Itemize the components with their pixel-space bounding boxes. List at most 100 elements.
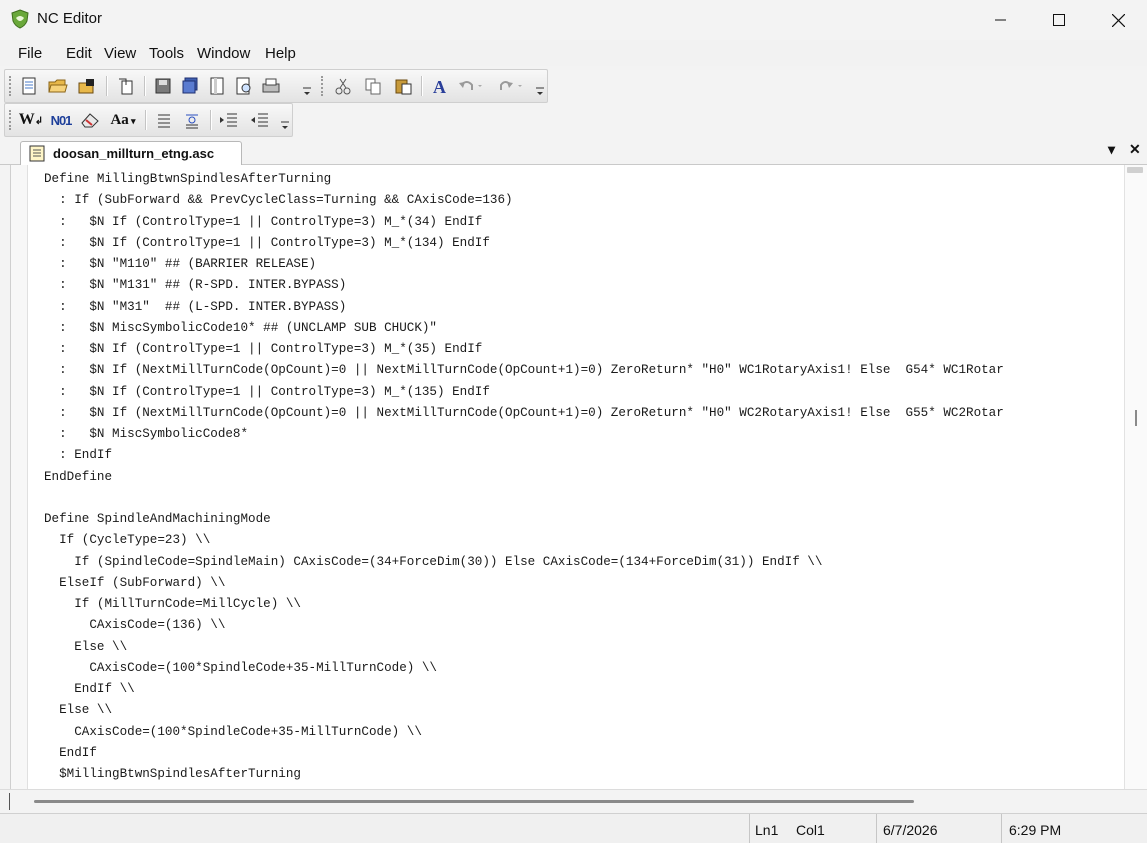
code-line[interactable]: If (CycleType=23) \\: [44, 530, 1004, 551]
outdent-button[interactable]: [249, 109, 271, 131]
undo-button[interactable]: [457, 75, 487, 97]
vertical-scroll-thumb[interactable]: [1135, 410, 1137, 426]
change-case-icon: Aa ▾: [110, 111, 136, 128]
window-title: NC Editor: [37, 10, 103, 27]
sequence-numbers-button[interactable]: N01: [47, 109, 75, 131]
status-column: Col1: [796, 822, 825, 838]
code-line[interactable]: EndDefine: [44, 467, 1004, 488]
code-line[interactable]: : $N "M31" ## (L-SPD. INTER.BYPASS): [44, 297, 1004, 318]
open-lock-icon: [78, 79, 94, 94]
code-line[interactable]: Else \\: [44, 700, 1004, 721]
open-locked-button[interactable]: [76, 75, 98, 97]
toolbar-separator: [106, 76, 108, 96]
open-button[interactable]: [47, 75, 69, 97]
code-line[interactable]: Define SpindleAndMachiningMode: [44, 509, 1004, 530]
code-line[interactable]: If (SpindleCode=SpindleMain) CAxisCode=(…: [44, 552, 1004, 573]
change-case-button[interactable]: Aa ▾: [106, 109, 140, 131]
code-line[interactable]: : $N MiscSymbolicCode8*: [44, 424, 1004, 445]
menu-view[interactable]: View: [104, 45, 136, 62]
toolbar-overflow-button[interactable]: [535, 84, 545, 100]
code-line[interactable]: : $N MiscSymbolicCode10* ## (UNCLAMP SUB…: [44, 318, 1004, 339]
menu-edit[interactable]: Edit: [66, 45, 92, 62]
maximize-icon: [1053, 14, 1065, 26]
align-button[interactable]: [153, 109, 175, 131]
font-icon: A: [433, 77, 446, 95]
code-line[interactable]: CAxisCode=(100*SpindleCode+35-MillTurnCo…: [44, 722, 1004, 743]
code-line[interactable]: [44, 488, 1004, 509]
code-line[interactable]: : $N "M131" ## (R-SPD. INTER.BYPASS): [44, 275, 1004, 296]
print-button[interactable]: [260, 75, 282, 97]
code-line[interactable]: : $N If (NextMillTurnCode(OpCount)=0 || …: [44, 360, 1004, 381]
menu-file[interactable]: File: [18, 45, 42, 62]
code-line[interactable]: If (MillTurnCode=MillCycle) \\: [44, 594, 1004, 615]
toolbar-separator: [210, 110, 212, 130]
toolbar-grip[interactable]: [9, 110, 14, 130]
code-editor[interactable]: Define MillingBtwnSpindlesAfterTurning :…: [10, 165, 1125, 789]
code-line[interactable]: : $N If (NextMillTurnCode(OpCount)=0 || …: [44, 403, 1004, 424]
save-button[interactable]: [152, 75, 174, 97]
code-line[interactable]: CAxisCode=(136) \\: [44, 615, 1004, 636]
standard-toolbar: A: [4, 69, 548, 103]
document-icon: [29, 145, 45, 162]
code-line[interactable]: : $N If (ControlType=1 || ControlType=3)…: [44, 233, 1004, 254]
code-line[interactable]: : $N If (ControlType=1 || ControlType=3)…: [44, 339, 1004, 360]
menu-bar: File Edit View Tools Window Help: [0, 40, 1147, 66]
print-icon: [262, 78, 280, 93]
menu-window[interactable]: Window: [197, 45, 250, 62]
tab-label: doosan_millturn_etng.asc: [53, 146, 215, 161]
save-all-icon: [182, 77, 198, 94]
new-file-icon: [22, 77, 36, 95]
print-preview-button[interactable]: [233, 75, 255, 97]
minimize-button[interactable]: [972, 0, 1030, 40]
cut-button[interactable]: [332, 75, 354, 97]
title-bar: NC Editor: [0, 0, 1147, 40]
status-line: Ln1: [755, 822, 779, 838]
bookmark-button[interactable]: [181, 109, 203, 131]
close-icon: [1111, 13, 1125, 27]
align-lines-icon: [158, 114, 170, 128]
toolbar-overflow-button[interactable]: [280, 118, 290, 134]
font-button[interactable]: A: [429, 75, 451, 97]
horizontal-scroll-thumb[interactable]: [34, 800, 914, 803]
toolbar-grip[interactable]: [321, 76, 326, 96]
code-line[interactable]: : $N If (ControlType=1 || ControlType=3)…: [44, 382, 1004, 403]
code-line[interactable]: EndIf: [44, 743, 1004, 764]
status-position: Ln1 Col1: [749, 814, 876, 843]
save-all-button[interactable]: [179, 75, 201, 97]
close-window-button[interactable]: [1089, 0, 1147, 40]
page-setup-button[interactable]: [206, 75, 228, 97]
code-line[interactable]: Define MillingBtwnSpindlesAfterTurning: [44, 169, 1004, 190]
code-line[interactable]: CAxisCode=(100*SpindleCode+35-MillTurnCo…: [44, 658, 1004, 679]
paste-button[interactable]: [392, 75, 414, 97]
toolbar-overflow-button[interactable]: [302, 84, 312, 100]
code-text[interactable]: Define MillingBtwnSpindlesAfterTurning :…: [44, 169, 1004, 785]
vertical-scrollbar[interactable]: [1124, 165, 1147, 789]
word-wrap-button[interactable]: W↲: [18, 109, 44, 131]
menu-help[interactable]: Help: [265, 45, 296, 62]
code-line[interactable]: $MillingBtwnSpindlesAfterTurning: [44, 764, 1004, 785]
tab-list-button[interactable]: ▾: [1108, 141, 1115, 158]
document-tab-strip: doosan_millturn_etng.asc ▾ ✕: [0, 138, 1147, 165]
code-line[interactable]: ElseIf (SubForward) \\: [44, 573, 1004, 594]
word-wrap-icon: W↲: [18, 111, 44, 128]
code-line[interactable]: EndIf \\: [44, 679, 1004, 700]
code-line[interactable]: : $N If (ControlType=1 || ControlType=3)…: [44, 212, 1004, 233]
redo-button[interactable]: [497, 75, 527, 97]
vertical-scroll-up[interactable]: [1127, 167, 1143, 173]
menu-tools[interactable]: Tools: [149, 45, 184, 62]
recent-files-button[interactable]: [115, 75, 137, 97]
close-tab-button[interactable]: ✕: [1129, 141, 1141, 158]
indent-button[interactable]: [218, 109, 240, 131]
undo-icon: [459, 81, 482, 90]
code-line[interactable]: Else \\: [44, 637, 1004, 658]
remove-numbers-button[interactable]: [79, 109, 101, 131]
code-line[interactable]: : EndIf: [44, 445, 1004, 466]
toolbar-grip[interactable]: [9, 76, 14, 96]
new-file-button[interactable]: [18, 75, 40, 97]
code-line[interactable]: : $N "M110" ## (BARRIER RELEASE): [44, 254, 1004, 275]
code-line[interactable]: : If (SubForward && PrevCycleClass=Turni…: [44, 190, 1004, 211]
copy-button[interactable]: [362, 75, 384, 97]
horizontal-scrollbar[interactable]: [0, 789, 1147, 814]
maximize-button[interactable]: [1030, 0, 1088, 40]
tab-doosan-millturn[interactable]: doosan_millturn_etng.asc: [20, 141, 242, 165]
